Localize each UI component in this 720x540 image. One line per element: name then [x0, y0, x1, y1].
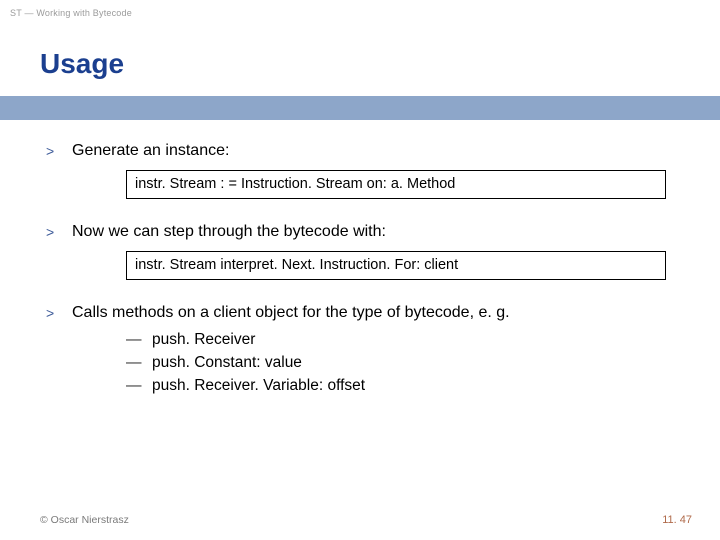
sub-item: — push. Receiver	[126, 330, 680, 351]
page-number: 11. 47	[662, 514, 692, 526]
title-band	[0, 96, 720, 120]
sub-item: — push. Constant: value	[126, 353, 680, 374]
footer-copyright: © Oscar Nierstrasz	[40, 514, 129, 526]
bullet-3: > Calls methods on a client object for t…	[46, 302, 680, 324]
breadcrumb: ST — Working with Bytecode	[10, 8, 132, 18]
code-box-2: instr. Stream interpret. Next. Instructi…	[126, 251, 666, 281]
bullet-text: Calls methods on a client object for the…	[72, 302, 680, 324]
bullet-marker: >	[46, 140, 72, 162]
code-box-1: instr. Stream : = Instruction. Stream on…	[126, 170, 666, 200]
dash-marker: —	[126, 330, 152, 351]
sub-text: push. Receiver	[152, 330, 255, 351]
sub-item: — push. Receiver. Variable: offset	[126, 376, 680, 397]
bullet-marker: >	[46, 221, 72, 243]
bullet-1: > Generate an instance:	[46, 140, 680, 162]
bullet-marker: >	[46, 302, 72, 324]
sub-list: — push. Receiver — push. Constant: value…	[126, 330, 680, 397]
bullet-2: > Now we can step through the bytecode w…	[46, 221, 680, 243]
page-title: Usage	[40, 48, 124, 80]
bullet-text: Generate an instance:	[72, 140, 680, 162]
content-area: > Generate an instance: instr. Stream : …	[46, 140, 680, 399]
dash-marker: —	[126, 353, 152, 374]
bullet-text: Now we can step through the bytecode wit…	[72, 221, 680, 243]
sub-text: push. Constant: value	[152, 353, 302, 374]
sub-text: push. Receiver. Variable: offset	[152, 376, 365, 397]
dash-marker: —	[126, 376, 152, 397]
